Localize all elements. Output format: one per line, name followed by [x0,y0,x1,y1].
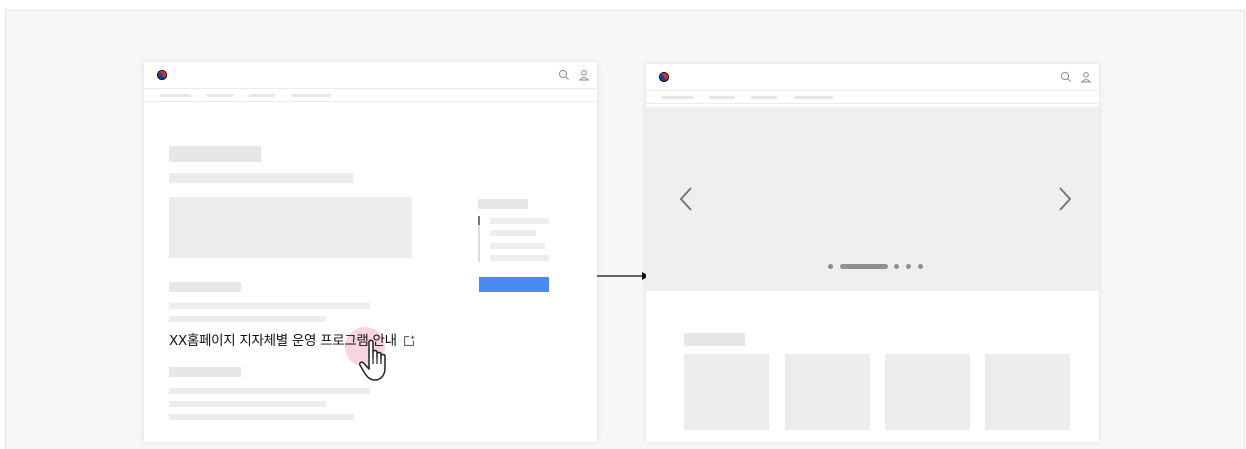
sidebar-action-button[interactable] [479,277,549,292]
sidebar-item-placeholder[interactable] [490,230,536,236]
page-mockup-content: XX홈페이지 지자체별 운영 프로그램 안내 [144,62,597,442]
carousel-dot-active[interactable] [840,264,888,269]
text-line-placeholder [169,388,370,394]
site-header [646,64,1099,91]
nav-item-placeholder[interactable] [160,94,191,97]
nav-item-placeholder[interactable] [751,96,777,99]
text-line-placeholder [169,401,326,407]
user-icon[interactable] [1080,71,1092,83]
taegeuk-logo-icon [157,70,167,80]
card-placeholder[interactable] [885,354,970,430]
card-placeholder[interactable] [684,354,769,430]
sidebar-item-placeholder[interactable] [490,218,549,224]
user-icon[interactable] [578,69,590,81]
nav-item-placeholder[interactable] [249,94,275,97]
chevron-right-icon[interactable] [1056,185,1074,213]
site-nav [144,89,597,102]
external-link-icon[interactable] [403,335,415,347]
text-line-placeholder [169,316,326,322]
text-line-placeholder [169,414,354,420]
nav-item-placeholder[interactable] [292,94,331,97]
content-block-placeholder [169,197,412,258]
sidebar-item-placeholder[interactable] [490,255,549,261]
carousel-dot[interactable] [828,264,833,269]
nav-item-placeholder[interactable] [207,94,233,97]
hand-pointer-cursor-icon [359,339,386,381]
taegeuk-logo-icon [659,72,669,82]
carousel-dot[interactable] [906,264,911,269]
text-line-placeholder [169,303,370,309]
sidebar-title-placeholder [478,199,528,209]
page-title-placeholder [169,146,261,162]
nav-item-placeholder[interactable] [794,96,833,99]
section-heading-placeholder [684,333,745,346]
hero-carousel[interactable] [646,107,1099,291]
site-header [144,62,597,89]
section-heading-placeholder [169,282,241,292]
arrow-right-icon [597,272,649,280]
search-icon[interactable] [1060,71,1072,83]
sidebar-active-indicator [478,216,480,225]
search-icon[interactable] [558,69,570,81]
card-placeholder[interactable] [785,354,870,430]
page-mockup-homepage [646,64,1099,442]
card-placeholder[interactable] [985,354,1070,430]
site-nav [646,91,1099,104]
carousel-dot[interactable] [894,264,899,269]
nav-item-placeholder[interactable] [662,96,693,99]
chevron-left-icon[interactable] [677,185,695,213]
sidebar-item-placeholder[interactable] [490,243,545,249]
subtitle-placeholder [169,173,353,183]
carousel-dot[interactable] [918,264,923,269]
section-heading-placeholder [169,367,241,377]
nav-item-placeholder[interactable] [709,96,735,99]
